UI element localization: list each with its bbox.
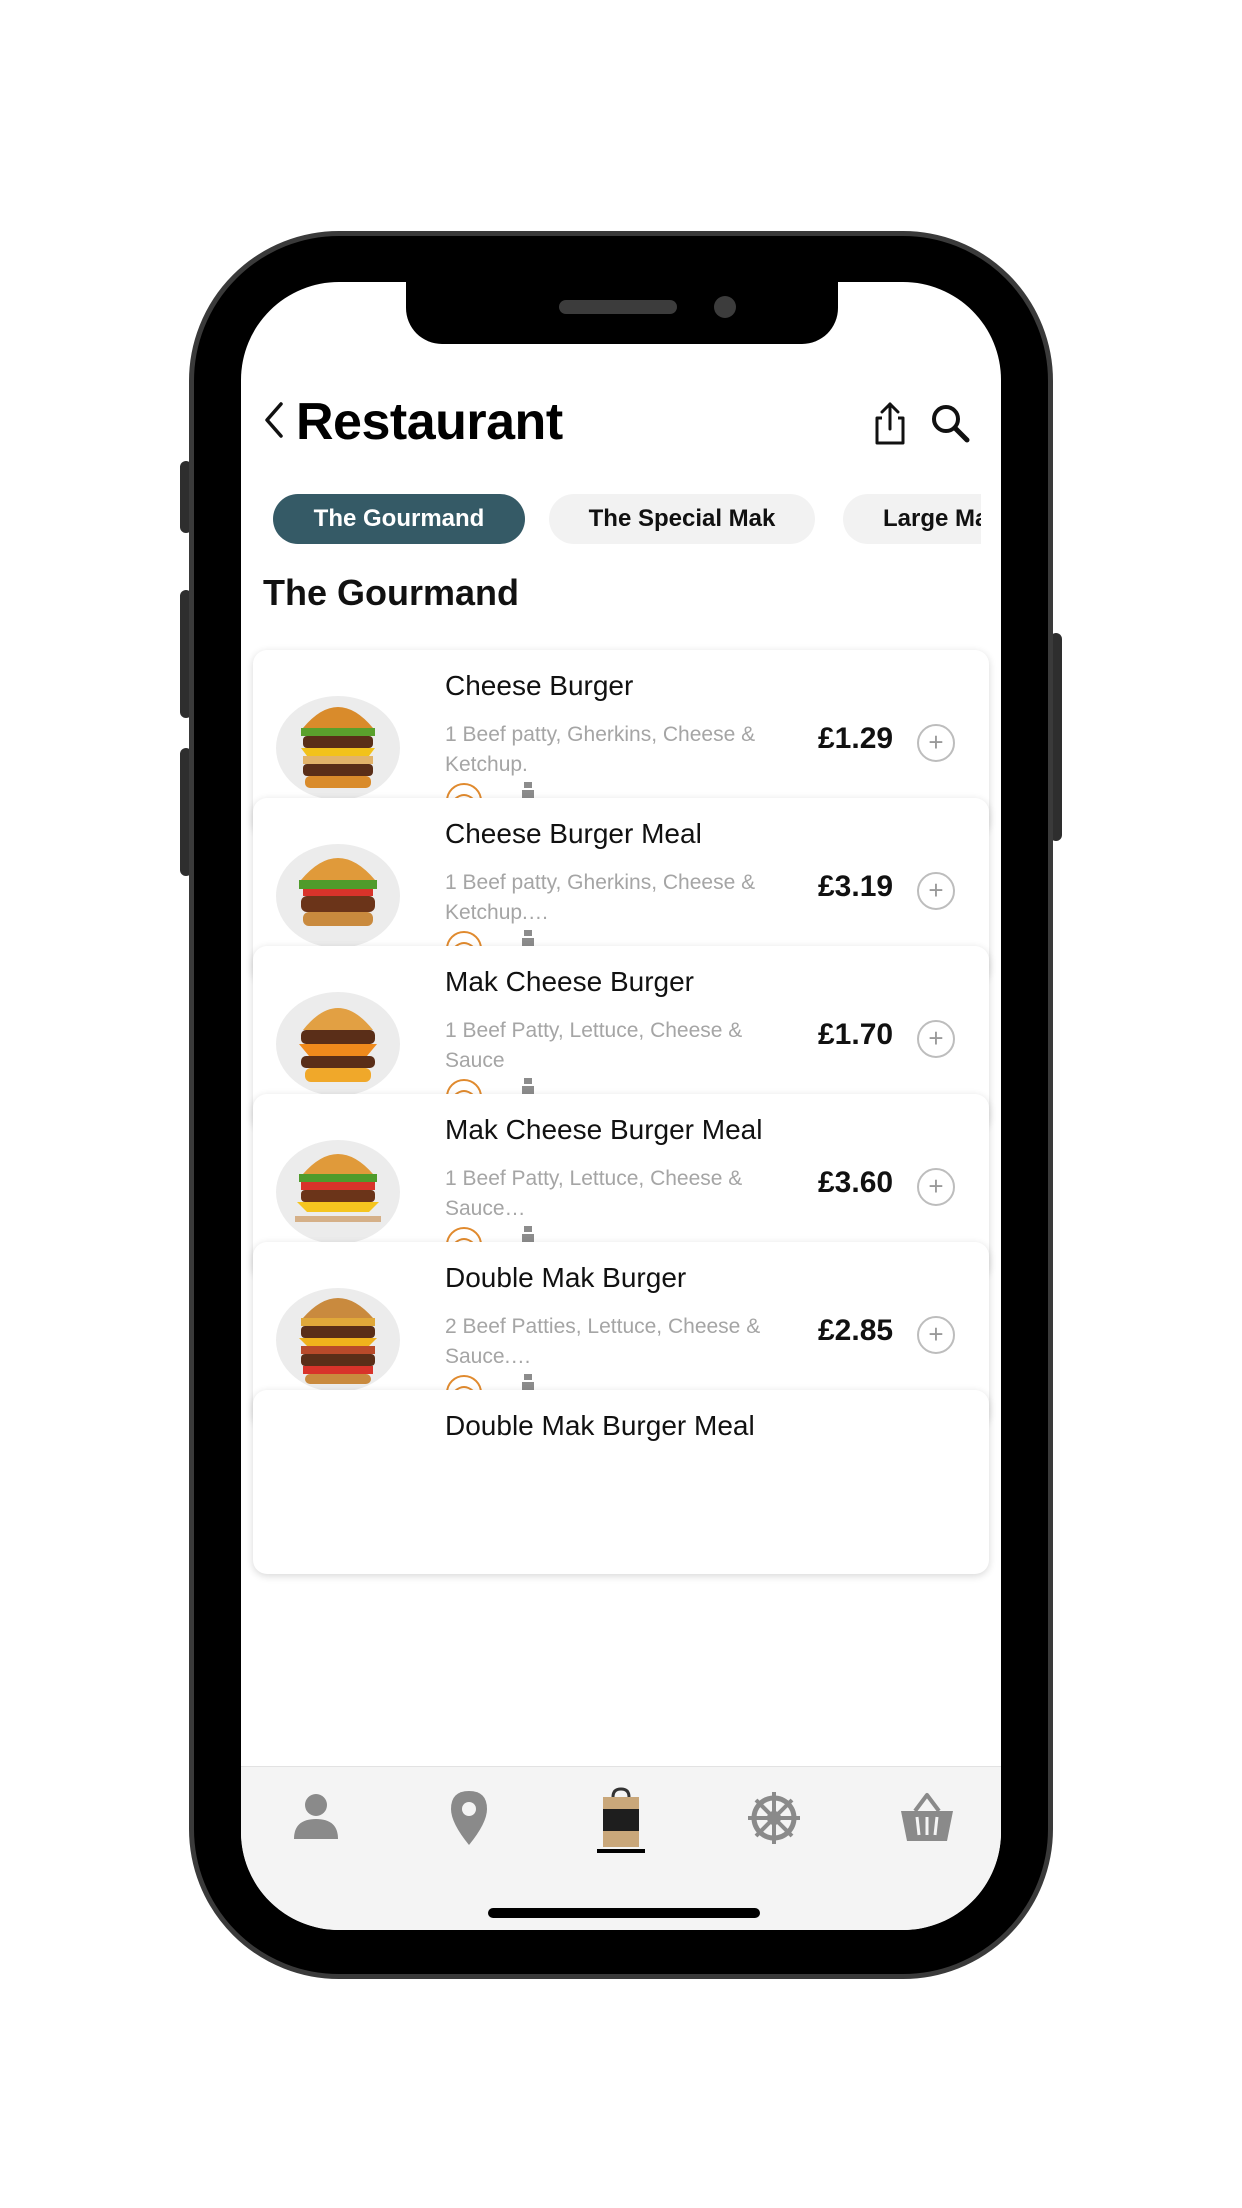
page-title: Restaurant: [296, 393, 563, 451]
tab-the-special-mak[interactable]: The Special Mak: [549, 494, 815, 544]
menu-item-card[interactable]: Double Mak Burger Meal: [253, 1390, 989, 1574]
item-description: 1 Beef Patty, Lettuce, Cheese & Sauce…: [445, 1167, 743, 1220]
active-tab-indicator: [597, 1849, 645, 1853]
location-pin-icon[interactable]: [439, 1787, 499, 1849]
settings-wheel-icon[interactable]: [744, 1787, 804, 1849]
app-screen: Restaurant The Gourmand The Special Mak …: [241, 282, 1001, 1930]
basket-icon[interactable]: [897, 1787, 957, 1849]
item-price: £2.85: [818, 1314, 894, 1347]
search-icon[interactable]: [929, 402, 971, 444]
item-price: £3.19: [818, 870, 894, 903]
add-to-basket-button[interactable]: +: [917, 1168, 955, 1206]
burger-image: [276, 992, 400, 1096]
burger-image: [276, 1140, 400, 1244]
category-tabs: The Gourmand The Special Mak Large Ma: [273, 494, 981, 546]
item-name: Cheese Burger Meal: [445, 818, 702, 849]
section-title: The Gourmand: [263, 572, 520, 613]
item-price: £1.29: [818, 722, 894, 755]
item-name: Mak Cheese Burger: [445, 966, 695, 997]
front-camera: [714, 296, 736, 318]
item-description: 1 Beef Patty, Lettuce, Cheese & Sauce: [445, 1019, 743, 1072]
burger-image: [276, 844, 400, 948]
item-price: £3.60: [818, 1166, 894, 1199]
item-name: Double Mak Burger: [445, 1262, 687, 1293]
burger-image: [276, 696, 400, 800]
bottom-nav: [241, 1766, 1001, 1930]
add-to-basket-button[interactable]: +: [917, 724, 955, 762]
add-to-basket-button[interactable]: +: [917, 1020, 955, 1058]
item-description: 1 Beef patty, Gherkins, Cheese & Ketchup…: [445, 871, 756, 924]
person-icon[interactable]: [286, 1787, 346, 1849]
item-name: Cheese Burger: [445, 670, 634, 701]
home-indicator[interactable]: [488, 1908, 760, 1918]
back-chevron-icon[interactable]: [261, 400, 287, 440]
tab-large-mak[interactable]: Large Ma: [843, 494, 981, 544]
item-description: 2 Beef Patties, Lettuce, Cheese & Sauce.…: [445, 1315, 761, 1368]
shopping-bag-icon[interactable]: [591, 1787, 651, 1849]
item-price: £1.70: [818, 1018, 894, 1051]
share-icon[interactable]: [873, 400, 907, 446]
item-name: Mak Cheese Burger Meal: [445, 1114, 763, 1145]
menu-list[interactable]: Cheese Burger 1 Beef patty, Gherkins, Ch…: [241, 642, 1001, 1762]
item-name: Double Mak Burger Meal: [445, 1410, 755, 1441]
add-to-basket-button[interactable]: +: [917, 1316, 955, 1354]
item-description: 1 Beef patty, Gherkins, Cheese & Ketchup…: [445, 723, 756, 776]
burger-image: [276, 1288, 400, 1392]
notch: [406, 282, 838, 344]
speaker-grille: [559, 300, 677, 314]
add-to-basket-button[interactable]: +: [917, 872, 955, 910]
tab-the-gourmand[interactable]: The Gourmand: [273, 494, 525, 544]
